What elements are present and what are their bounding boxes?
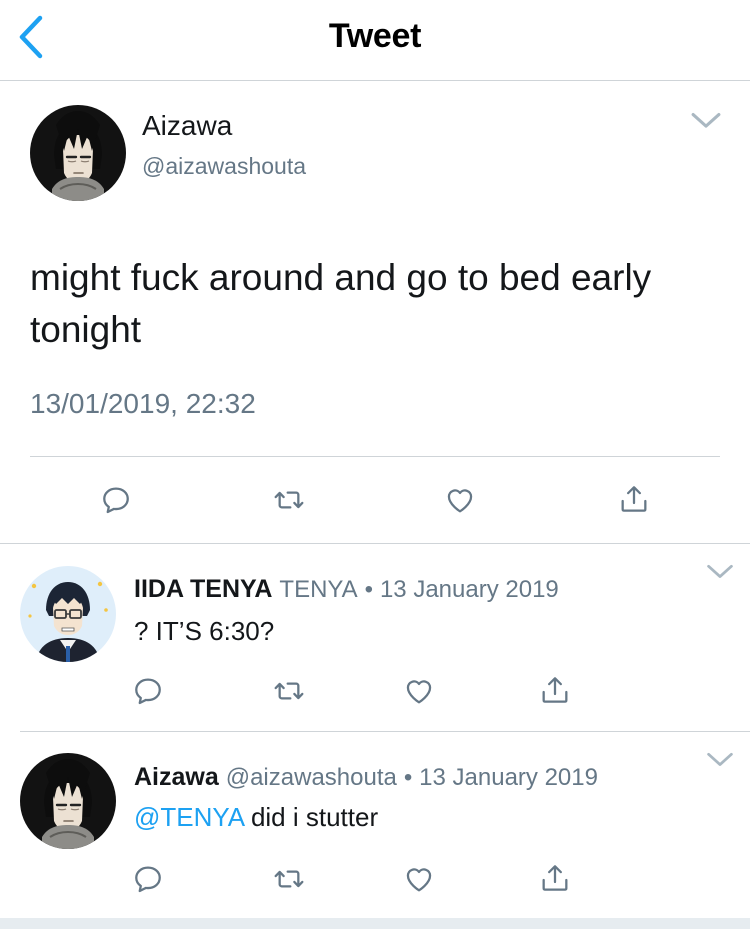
divider (0, 543, 750, 544)
chevron-down-icon (706, 564, 734, 580)
tweet-options-button[interactable] (690, 112, 722, 135)
share-button[interactable] (616, 480, 652, 518)
retweet-icon (272, 863, 306, 895)
like-icon (444, 484, 476, 516)
divider (30, 456, 720, 457)
retweet-icon (272, 484, 306, 516)
chevron-down-icon (690, 112, 722, 130)
author-name[interactable]: Aizawa (134, 763, 219, 791)
avatar[interactable] (20, 566, 116, 662)
reply-icon (132, 675, 164, 707)
mention-link[interactable]: @TENYA (134, 802, 244, 832)
reply-header: Aizawa @aizawashouta • 13 January 2019 (134, 763, 598, 792)
retweet-button[interactable] (270, 673, 308, 709)
reply-icon (100, 484, 132, 516)
like-button[interactable] (442, 482, 478, 518)
retweet-button[interactable] (270, 482, 308, 518)
avatar-image (30, 105, 126, 201)
reply-button[interactable] (98, 482, 134, 518)
like-icon (403, 863, 435, 895)
separator-dot: • (364, 576, 373, 603)
reply-date: 13 January 2019 (379, 576, 559, 603)
avatar[interactable] (30, 105, 126, 201)
tweet-options-button[interactable] (706, 752, 734, 773)
share-icon (539, 861, 571, 895)
reply-date: 13 January 2019 (419, 764, 598, 791)
share-icon (539, 673, 571, 707)
reply-header: IIDA TENYA TENYA • 13 January 2019 (134, 575, 559, 604)
reply-button[interactable] (130, 673, 166, 709)
share-icon (618, 482, 650, 516)
bottom-separator (0, 918, 750, 929)
like-button[interactable] (401, 861, 437, 897)
author-handle[interactable]: @aizawashouta (142, 153, 306, 180)
author-name[interactable]: Aizawa (142, 110, 232, 142)
tweet-timestamp: 13/01/2019, 22:32 (30, 388, 256, 419)
tweet-options-button[interactable] (706, 564, 734, 585)
chevron-down-icon (706, 752, 734, 768)
tweet-text: might fuck around and go to bed early to… (30, 257, 652, 350)
reply-text: ? IT’S 6:30? (134, 616, 275, 646)
author-handle[interactable]: TENYA (279, 576, 357, 603)
reply-text: @TENYA did i stutter (134, 802, 378, 833)
separator-dot: • (403, 764, 413, 791)
avatar-image (20, 566, 116, 662)
share-button[interactable] (537, 859, 573, 897)
reply-button[interactable] (130, 861, 166, 897)
retweet-icon (272, 675, 306, 707)
author-name[interactable]: IIDA TENYA (134, 575, 272, 603)
avatar[interactable] (20, 753, 116, 849)
retweet-button[interactable] (270, 861, 308, 897)
like-button[interactable] (401, 673, 437, 709)
top-nav-bar: Tweet (0, 0, 750, 81)
avatar-image (20, 753, 116, 849)
reply-text-body: did i stutter (243, 802, 379, 832)
like-icon (403, 675, 435, 707)
page-title: Tweet (328, 17, 422, 55)
author-handle[interactable]: @aizawashouta (226, 764, 397, 791)
reply-icon (132, 863, 164, 895)
share-button[interactable] (537, 671, 573, 709)
divider (20, 731, 750, 732)
